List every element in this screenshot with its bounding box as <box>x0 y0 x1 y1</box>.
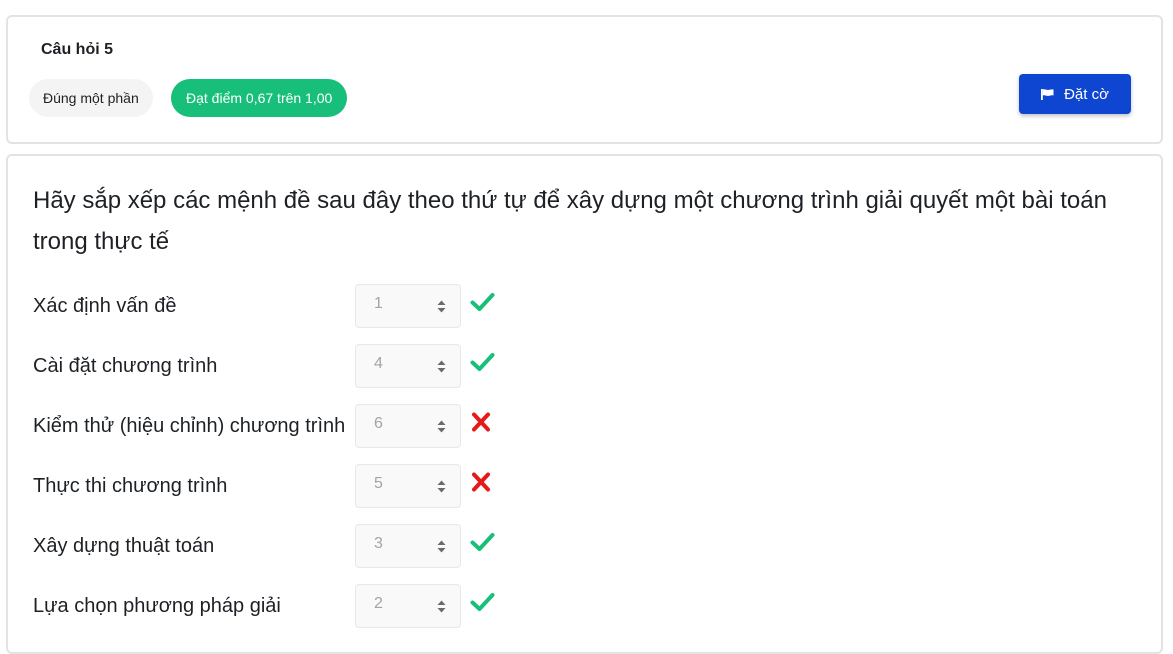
question-text: Hãy sắp xếp các mệnh đề sau đây theo thứ… <box>33 187 1107 255</box>
order-select[interactable]: 2 <box>355 584 461 628</box>
answer-label: Thực thi chương trình <box>33 475 228 497</box>
order-select[interactable]: 1 <box>355 284 461 328</box>
question-number: Câu hỏi 5 <box>41 41 114 58</box>
answer-row: Cài đặt chương trình 4 <box>33 344 513 390</box>
check-icon <box>470 592 495 617</box>
sort-arrows-icon <box>437 420 446 438</box>
answer-row: Thực thi chương trình 5 <box>33 464 513 510</box>
order-select-value: 3 <box>374 535 383 552</box>
order-select[interactable]: 6 <box>355 404 461 448</box>
answer-label: Kiểm thử (hiệu chỉnh) chương trình <box>33 415 346 437</box>
question-info-card: Câu hỏi 5 Đúng một phần Đạt điểm 0,67 tr… <box>6 15 1163 144</box>
grade-badge: Đạt điểm 0,67 trên 1,00 <box>171 79 348 117</box>
order-select[interactable]: 3 <box>355 524 461 568</box>
answer-label: Cài đặt chương trình <box>33 355 218 377</box>
sort-arrows-icon <box>437 360 446 378</box>
flag-icon <box>1041 88 1054 100</box>
order-select-value: 4 <box>374 355 383 372</box>
flag-question-button[interactable]: Đặt cờ <box>1019 74 1131 114</box>
sort-arrows-icon <box>437 480 446 498</box>
answer-row: Xây dựng thuật toán 3 <box>33 524 513 570</box>
question-state-badge: Đúng một phần <box>29 79 153 117</box>
answer-label: Lựa chọn phương pháp giải <box>33 595 281 617</box>
order-select-value: 5 <box>374 475 383 492</box>
flag-button-label: Đặt cờ <box>1064 85 1109 103</box>
order-select[interactable]: 4 <box>355 344 461 388</box>
check-icon <box>470 532 495 557</box>
answer-row: Kiểm thử (hiệu chỉnh) chương trình 6 <box>33 404 513 450</box>
order-select-value: 2 <box>374 595 383 612</box>
answer-row: Lựa chọn phương pháp giải 2 <box>33 584 513 630</box>
cross-icon <box>470 412 492 437</box>
answer-label: Xây dựng thuật toán <box>33 535 215 557</box>
order-select-value: 6 <box>374 415 383 432</box>
order-select-value: 1 <box>374 295 383 312</box>
question-content-card: Hãy sắp xếp các mệnh đề sau đây theo thứ… <box>6 154 1163 654</box>
sort-arrows-icon <box>437 600 446 618</box>
answer-label: Xác định vấn đề <box>33 295 177 317</box>
check-icon <box>470 292 495 317</box>
sort-arrows-icon <box>437 540 446 558</box>
sort-arrows-icon <box>437 300 446 318</box>
order-select[interactable]: 5 <box>355 464 461 508</box>
cross-icon <box>470 472 492 497</box>
answer-row: Xác định vấn đề 1 <box>33 284 513 330</box>
check-icon <box>470 352 495 377</box>
